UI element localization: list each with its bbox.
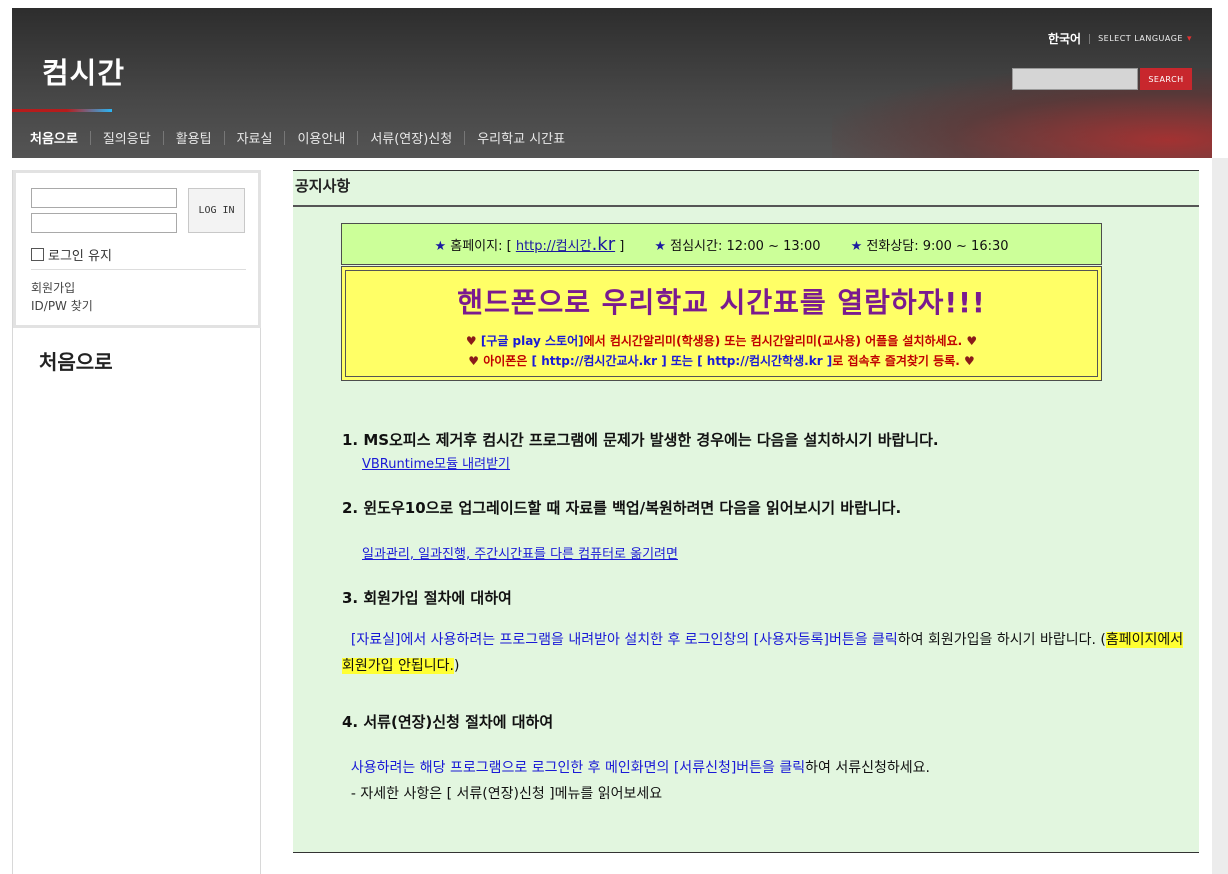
divider xyxy=(31,269,246,270)
info-bar: ★ 홈페이지: [ http://컴시간.kr ] ★ 점심시간: 12:00 … xyxy=(341,223,1102,265)
homepage-link[interactable]: http://컴시간.kr xyxy=(515,234,615,255)
iphone-bookmark-text: 로 접속후 즐겨찾기 등록. xyxy=(832,354,960,368)
promo-title: 핸드폰으로 우리학교 시간표를 열람하자!!! xyxy=(457,286,986,319)
backup-guide-link[interactable]: 일과관리, 일과진행, 주간시간표를 다른 컴퓨터로 옮기려면 xyxy=(362,543,678,562)
document-request-instructions: 사용하려는 해당 프로그램으로 로그인한 후 메인화면의 [서류신청]버튼을 클… xyxy=(342,755,1192,781)
keep-login-label: 로그인 유지 xyxy=(48,249,112,264)
signup-instructions-text: 하여 회원가입을 하시기 바랍니다. ( xyxy=(897,632,1106,648)
page-scrollbar[interactable] xyxy=(1212,158,1228,874)
section-title-ms-office: 1. MS오피스 제거후 컴시간 프로그램에 문제가 발생한 경우에는 다음을 … xyxy=(342,431,939,449)
lunch-hours: 점심시간: 12:00 ~ 13:00 xyxy=(670,238,821,254)
heart-icon: ♥ xyxy=(465,334,477,348)
play-store-label: [구글 play 스토어] xyxy=(480,334,584,348)
current-language[interactable]: 한국어 xyxy=(1048,30,1081,47)
signup-link[interactable]: 회원가입 xyxy=(31,279,75,296)
document-request-highlight: 사용하려는 해당 프로그램으로 로그인한 후 메인화면의 [서류신청]버튼을 클… xyxy=(350,760,806,776)
nav-item-tips[interactable]: 활용팁 xyxy=(164,128,224,147)
nav-item-qna[interactable]: 질의응답 xyxy=(91,128,163,147)
homepage-link-tld: .kr xyxy=(591,233,616,255)
find-id-pw-link[interactable]: ID/PW 찾기 xyxy=(31,297,93,314)
left-sidebar: LOG IN 로그인 유지 회원가입 ID/PW 찾기 처음으로 xyxy=(12,170,261,874)
nav-item-timetable[interactable]: 우리학교 시간표 xyxy=(465,128,577,147)
star-icon: ★ xyxy=(850,238,863,254)
separator xyxy=(1089,33,1091,44)
main-content: 공지사항 ★ 홈페이지: [ http://컴시간.kr ] ★ 점심시간: 1… xyxy=(293,170,1199,853)
keep-login-option[interactable]: 로그인 유지 xyxy=(31,245,112,264)
search-input[interactable] xyxy=(1012,68,1138,90)
iphone-urls: [ http://컴시간교사.kr ] 또는 [ http://컴시간학생.kr… xyxy=(531,354,833,368)
nav-item-guide[interactable]: 이용안내 xyxy=(285,128,357,147)
section-title-document-request: 4. 서류(연장)신청 절차에 대하여 xyxy=(342,713,554,731)
heart-icon: ♥ xyxy=(963,354,975,368)
section-title-windows10: 2. 윈도우10으로 업그레이드할 때 자료를 백업/복원하려면 다음을 읽어보… xyxy=(342,499,902,517)
heart-icon: ♥ xyxy=(468,354,479,368)
iphone-label: 아이폰은 xyxy=(483,354,528,368)
username-field[interactable] xyxy=(31,188,177,208)
nav-item-downloads[interactable]: 자료실 xyxy=(225,128,285,147)
homepage-info: ★ 홈페이지: [ http://컴시간.kr ] xyxy=(434,234,624,255)
promo-line-android: ♥ [구글 play 스토어]에서 컴시간알리미(학생용) 또는 컴시간알리미(… xyxy=(342,332,1101,349)
promo-line-iphone: ♥ 아이폰은 [ http://컴시간교사.kr ] 또는 [ http://컴… xyxy=(342,352,1101,369)
nav-item-home[interactable]: 처음으로 xyxy=(30,128,90,147)
star-icon: ★ xyxy=(654,238,666,254)
site-header: 컴시간 한국어 SELECT LANGUAGE ▾ SEARCH 처음으로 질의… xyxy=(12,8,1212,158)
sidebar-section-title: 처음으로 xyxy=(39,350,113,374)
main-nav: 처음으로 질의응답 활용팁 자료실 이용안내 서류(연장)신청 우리학교 시간표 xyxy=(30,128,577,147)
chevron-down-icon: ▾ xyxy=(1186,33,1192,44)
lunch-info: ★ 점심시간: 12:00 ~ 13:00 xyxy=(654,235,820,254)
nav-item-document-request[interactable]: 서류(연장)신청 xyxy=(358,128,464,147)
promo-box: 핸드폰으로 우리학교 시간표를 열람하자!!! ♥ [구글 play 스토어]에… xyxy=(341,266,1102,381)
search-button[interactable]: SEARCH xyxy=(1140,68,1192,90)
phone-hours: 전화상담: 9:00 ~ 16:30 xyxy=(866,238,1009,254)
header-accent-line xyxy=(12,109,112,112)
login-panel: LOG IN 로그인 유지 회원가입 ID/PW 찾기 xyxy=(13,170,261,328)
signup-instructions-highlight: [자료실]에서 사용하려는 프로그램을 내려받아 설치한 후 로그인창의 [사용… xyxy=(350,632,898,648)
signup-instructions: [자료실]에서 사용하려는 프로그램을 내려받아 설치한 후 로그인창의 [사용… xyxy=(342,627,1192,679)
site-title[interactable]: 컴시간 xyxy=(42,50,125,92)
homepage-prefix: 홈페이지: [ xyxy=(450,238,512,254)
page: 컴시간 한국어 SELECT LANGUAGE ▾ SEARCH 처음으로 질의… xyxy=(0,0,1228,874)
select-language-dropdown[interactable]: SELECT LANGUAGE ▾ xyxy=(1098,34,1192,44)
document-request-note: - 자세한 사항은 [ 서류(연장)신청 ]메뉴를 읽어보세요 xyxy=(342,783,662,803)
document-request-text: 하여 서류신청하세요. xyxy=(805,760,930,776)
document-request-note-text: - 자세한 사항은 [ 서류(연장)신청 ]메뉴를 읽어보세요 xyxy=(350,786,663,802)
heart-icon: ♥ xyxy=(966,334,978,348)
keep-login-checkbox[interactable] xyxy=(31,248,44,261)
star-icon: ★ xyxy=(434,238,447,254)
login-button[interactable]: LOG IN xyxy=(188,188,245,233)
password-field[interactable] xyxy=(31,213,177,233)
phone-info: ★ 전화상담: 9:00 ~ 16:30 xyxy=(851,235,1009,254)
homepage-link-text: http://컴시간 xyxy=(515,238,592,254)
heading-rule xyxy=(293,205,1199,207)
signup-instructions-end: ) xyxy=(453,658,460,674)
language-selector: 한국어 SELECT LANGUAGE ▾ xyxy=(1048,30,1192,47)
page-title: 공지사항 xyxy=(295,177,351,195)
homepage-suffix: ] xyxy=(619,238,625,254)
vbruntime-download-link[interactable]: VBRuntime모듈 내려받기 xyxy=(362,453,510,472)
search-box: SEARCH xyxy=(1012,68,1192,90)
android-install-text: 에서 컴시간알리미(학생용) 또는 컴시간알리미(교사용) 어플을 설치하세요. xyxy=(583,334,963,348)
section-title-signup: 3. 회원가입 절차에 대하여 xyxy=(342,589,512,607)
select-language-label: SELECT LANGUAGE xyxy=(1098,34,1183,43)
